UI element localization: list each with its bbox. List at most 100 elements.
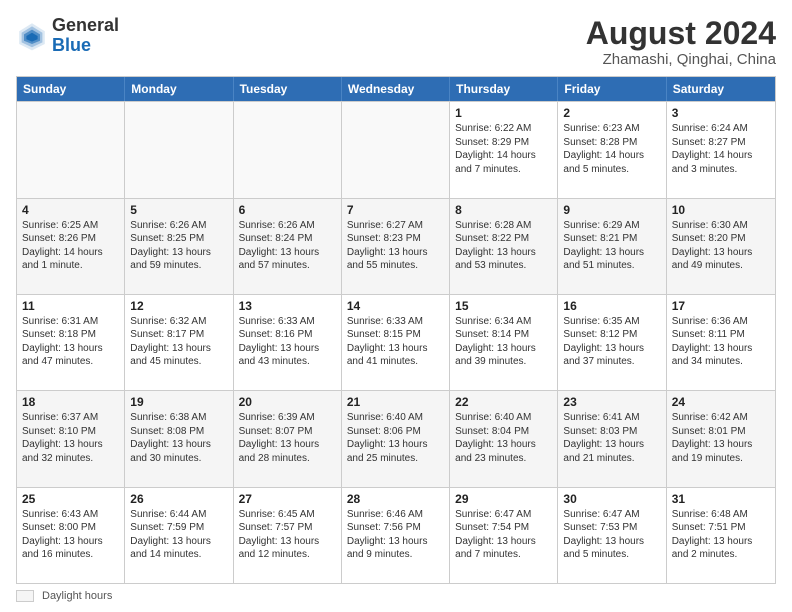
day-number: 28 [347, 492, 444, 506]
day-number: 5 [130, 203, 227, 217]
day-number: 22 [455, 395, 552, 409]
day-number: 13 [239, 299, 336, 313]
cell-info: Sunrise: 6:44 AM Sunset: 7:59 PM Dayligh… [130, 508, 227, 562]
cell-info: Sunrise: 6:43 AM Sunset: 8:00 PM Dayligh… [22, 508, 119, 562]
cell-info: Sunrise: 6:28 AM Sunset: 8:22 PM Dayligh… [455, 219, 552, 273]
cal-cell: 17Sunrise: 6:36 AM Sunset: 8:11 PM Dayli… [667, 295, 775, 390]
footer-label: Daylight hours [42, 590, 112, 602]
calendar: SundayMondayTuesdayWednesdayThursdayFrid… [16, 76, 776, 584]
cal-cell [125, 102, 233, 197]
day-number: 14 [347, 299, 444, 313]
cell-info: Sunrise: 6:25 AM Sunset: 8:26 PM Dayligh… [22, 219, 119, 273]
cal-cell: 9 Sunrise: 6:29 AM Sunset: 8:21 PM Daylig… [558, 199, 666, 294]
cal-cell: 29Sunrise: 6:47 AM Sunset: 7:54 PM Dayli… [450, 488, 558, 583]
cal-cell: 2Sunrise: 6:23 AM Sunset: 8:28 PM Daylig… [558, 102, 666, 197]
cell-info: Sunrise: 6:26 AM Sunset: 8:24 PM Dayligh… [239, 219, 336, 273]
day-number: 11 [22, 299, 119, 313]
day-number: 1 [455, 106, 552, 120]
cell-info: Sunrise: 6:47 AM Sunset: 7:53 PM Dayligh… [563, 508, 660, 562]
cell-info: Sunrise: 6:34 AM Sunset: 8:14 PM Dayligh… [455, 315, 552, 369]
day-number: 23 [563, 395, 660, 409]
cell-info: Sunrise: 6:41 AM Sunset: 8:03 PM Dayligh… [563, 411, 660, 465]
title-block: August 2024 Zhamashi, Qinghai, China [586, 16, 776, 68]
day-number: 10 [672, 203, 770, 217]
cal-cell: 23 Sunrise: 6:41 AM Sunset: 8:03 PM Dayli… [558, 391, 666, 486]
cal-cell: 4 Sunrise: 6:25 AM Sunset: 8:26 PM Daylig… [17, 199, 125, 294]
cal-cell: 26 Sunrise: 6:44 AM Sunset: 7:59 PM Dayli… [125, 488, 233, 583]
cal-cell: 13 Sunrise: 6:33 AM Sunset: 8:16 PM Dayli… [234, 295, 342, 390]
day-number: 3 [672, 106, 770, 120]
cal-cell: 30Sunrise: 6:47 AM Sunset: 7:53 PM Dayli… [558, 488, 666, 583]
day-number: 18 [22, 395, 119, 409]
cell-info: Sunrise: 6:37 AM Sunset: 8:10 PM Dayligh… [22, 411, 119, 465]
cal-header-cell: Tuesday [234, 77, 342, 101]
calendar-header: SundayMondayTuesdayWednesdayThursdayFrid… [17, 77, 775, 101]
cal-cell: 7 Sunrise: 6:27 AM Sunset: 8:23 PM Daylig… [342, 199, 450, 294]
cell-info: Sunrise: 6:23 AM Sunset: 8:28 PM Dayligh… [563, 122, 660, 176]
cal-cell [17, 102, 125, 197]
day-number: 8 [455, 203, 552, 217]
cal-cell: 3Sunrise: 6:24 AM Sunset: 8:27 PM Daylig… [667, 102, 775, 197]
day-number: 7 [347, 203, 444, 217]
cal-header-cell: Thursday [450, 77, 558, 101]
cal-cell: 16Sunrise: 6:35 AM Sunset: 8:12 PM Dayli… [558, 295, 666, 390]
cal-cell: 8 Sunrise: 6:28 AM Sunset: 8:22 PM Daylig… [450, 199, 558, 294]
cal-row: 1Sunrise: 6:22 AM Sunset: 8:29 PM Daylig… [17, 101, 775, 197]
cell-info: Sunrise: 6:33 AM Sunset: 8:16 PM Dayligh… [239, 315, 336, 369]
day-number: 31 [672, 492, 770, 506]
cal-cell [342, 102, 450, 197]
cal-cell [234, 102, 342, 197]
cell-info: Sunrise: 6:48 AM Sunset: 7:51 PM Dayligh… [672, 508, 770, 562]
cell-info: Sunrise: 6:38 AM Sunset: 8:08 PM Dayligh… [130, 411, 227, 465]
cell-info: Sunrise: 6:30 AM Sunset: 8:20 PM Dayligh… [672, 219, 770, 273]
logo-icon [16, 20, 48, 52]
day-number: 17 [672, 299, 770, 313]
day-number: 9 [563, 203, 660, 217]
cal-header-cell: Saturday [667, 77, 775, 101]
cell-info: Sunrise: 6:40 AM Sunset: 8:04 PM Dayligh… [455, 411, 552, 465]
cell-info: Sunrise: 6:40 AM Sunset: 8:06 PM Dayligh… [347, 411, 444, 465]
cell-info: Sunrise: 6:39 AM Sunset: 8:07 PM Dayligh… [239, 411, 336, 465]
cal-row: 25 Sunrise: 6:43 AM Sunset: 8:00 PM Dayli… [17, 487, 775, 583]
day-number: 26 [130, 492, 227, 506]
cal-cell: 14 Sunrise: 6:33 AM Sunset: 8:15 PM Dayli… [342, 295, 450, 390]
cell-info: Sunrise: 6:33 AM Sunset: 8:15 PM Dayligh… [347, 315, 444, 369]
subtitle: Zhamashi, Qinghai, China [586, 51, 776, 68]
day-number: 20 [239, 395, 336, 409]
day-number: 4 [22, 203, 119, 217]
cal-row: 4 Sunrise: 6:25 AM Sunset: 8:26 PM Daylig… [17, 198, 775, 294]
calendar-body: 1Sunrise: 6:22 AM Sunset: 8:29 PM Daylig… [17, 101, 775, 583]
cell-info: Sunrise: 6:32 AM Sunset: 8:17 PM Dayligh… [130, 315, 227, 369]
footer: Daylight hours [16, 590, 776, 602]
cal-header-cell: Friday [558, 77, 666, 101]
cell-info: Sunrise: 6:26 AM Sunset: 8:25 PM Dayligh… [130, 219, 227, 273]
logo: General Blue [16, 16, 119, 56]
day-number: 25 [22, 492, 119, 506]
day-number: 15 [455, 299, 552, 313]
cell-info: Sunrise: 6:27 AM Sunset: 8:23 PM Dayligh… [347, 219, 444, 273]
day-number: 19 [130, 395, 227, 409]
cal-cell: 10 Sunrise: 6:30 AM Sunset: 8:20 PM Dayli… [667, 199, 775, 294]
cal-cell: 27Sunrise: 6:45 AM Sunset: 7:57 PM Dayli… [234, 488, 342, 583]
cal-cell: 15 Sunrise: 6:34 AM Sunset: 8:14 PM Dayli… [450, 295, 558, 390]
day-number: 6 [239, 203, 336, 217]
cell-info: Sunrise: 6:29 AM Sunset: 8:21 PM Dayligh… [563, 219, 660, 273]
cal-row: 18 Sunrise: 6:37 AM Sunset: 8:10 PM Dayli… [17, 390, 775, 486]
day-number: 24 [672, 395, 770, 409]
cal-header-cell: Monday [125, 77, 233, 101]
header: General Blue August 2024 Zhamashi, Qingh… [16, 16, 776, 68]
day-number: 21 [347, 395, 444, 409]
day-number: 27 [239, 492, 336, 506]
cal-cell: 11Sunrise: 6:31 AM Sunset: 8:18 PM Dayli… [17, 295, 125, 390]
daylight-swatch [16, 590, 34, 602]
cal-header-cell: Sunday [17, 77, 125, 101]
cell-info: Sunrise: 6:47 AM Sunset: 7:54 PM Dayligh… [455, 508, 552, 562]
logo-text: General Blue [52, 16, 119, 56]
cal-cell: 31 Sunrise: 6:48 AM Sunset: 7:51 PM Dayli… [667, 488, 775, 583]
cell-info: Sunrise: 6:42 AM Sunset: 8:01 PM Dayligh… [672, 411, 770, 465]
cal-row: 11Sunrise: 6:31 AM Sunset: 8:18 PM Dayli… [17, 294, 775, 390]
cal-cell: 1Sunrise: 6:22 AM Sunset: 8:29 PM Daylig… [450, 102, 558, 197]
cal-cell: 21 Sunrise: 6:40 AM Sunset: 8:06 PM Dayli… [342, 391, 450, 486]
day-number: 16 [563, 299, 660, 313]
cal-cell: 22 Sunrise: 6:40 AM Sunset: 8:04 PM Dayli… [450, 391, 558, 486]
